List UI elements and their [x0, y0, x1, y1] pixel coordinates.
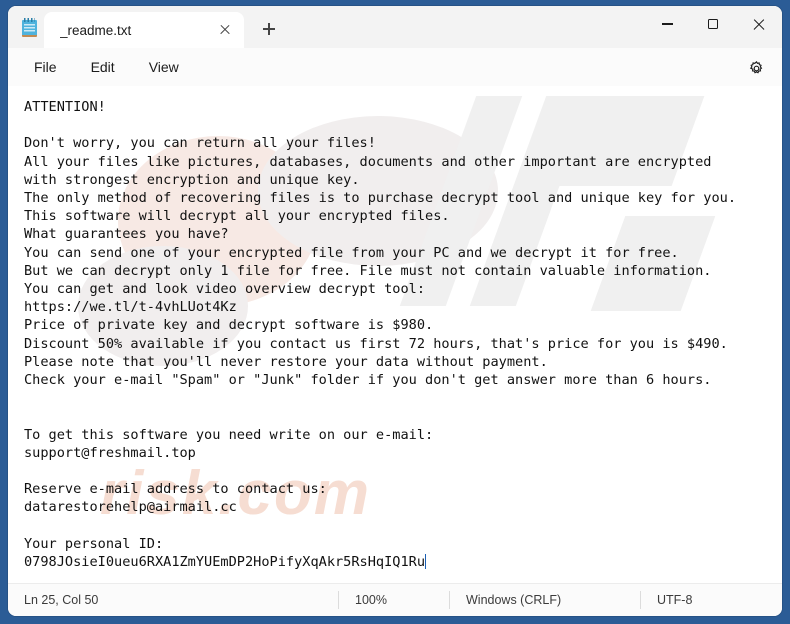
tab-readme[interactable]: _readme.txt: [44, 12, 244, 48]
note-text-content: ATTENTION! Don't worry, you can return a…: [24, 99, 737, 571]
notepad-window: _readme.txt File Edit View risk.com ATTE…: [8, 6, 782, 616]
close-window-button[interactable]: [736, 6, 782, 42]
menu-item-file[interactable]: File: [24, 54, 67, 80]
minimize-icon: [661, 23, 673, 25]
close-icon: [753, 18, 765, 30]
menu-item-view[interactable]: View: [139, 54, 189, 80]
maximize-icon: [708, 19, 718, 29]
maximize-button[interactable]: [690, 6, 736, 42]
note-text[interactable]: ATTENTION! Don't worry, you can return a…: [8, 86, 782, 571]
title-bar[interactable]: _readme.txt: [8, 6, 782, 48]
text-caret: [425, 554, 427, 570]
new-tab-button[interactable]: [252, 12, 286, 46]
settings-button[interactable]: [742, 54, 770, 82]
gear-icon: [749, 60, 762, 73]
minimize-button[interactable]: [644, 6, 690, 42]
status-bar: Ln 25, Col 50 100% Windows (CRLF) UTF-8: [8, 583, 782, 616]
window-controls: [644, 6, 782, 42]
tab-close-icon[interactable]: [212, 17, 238, 43]
menu-item-edit[interactable]: Edit: [81, 54, 125, 80]
notepad-icon: [14, 6, 44, 48]
status-line-ending[interactable]: Windows (CRLF): [450, 591, 640, 609]
status-encoding[interactable]: UTF-8: [641, 591, 708, 609]
plus-icon: [263, 23, 275, 35]
menu-bar: File Edit View: [8, 48, 782, 86]
status-cursor-position[interactable]: Ln 25, Col 50: [8, 591, 338, 609]
status-zoom-level[interactable]: 100%: [339, 591, 449, 609]
text-editor-area[interactable]: risk.com ATTENTION! Don't worry, you can…: [8, 86, 782, 583]
tab-title: _readme.txt: [60, 22, 132, 38]
